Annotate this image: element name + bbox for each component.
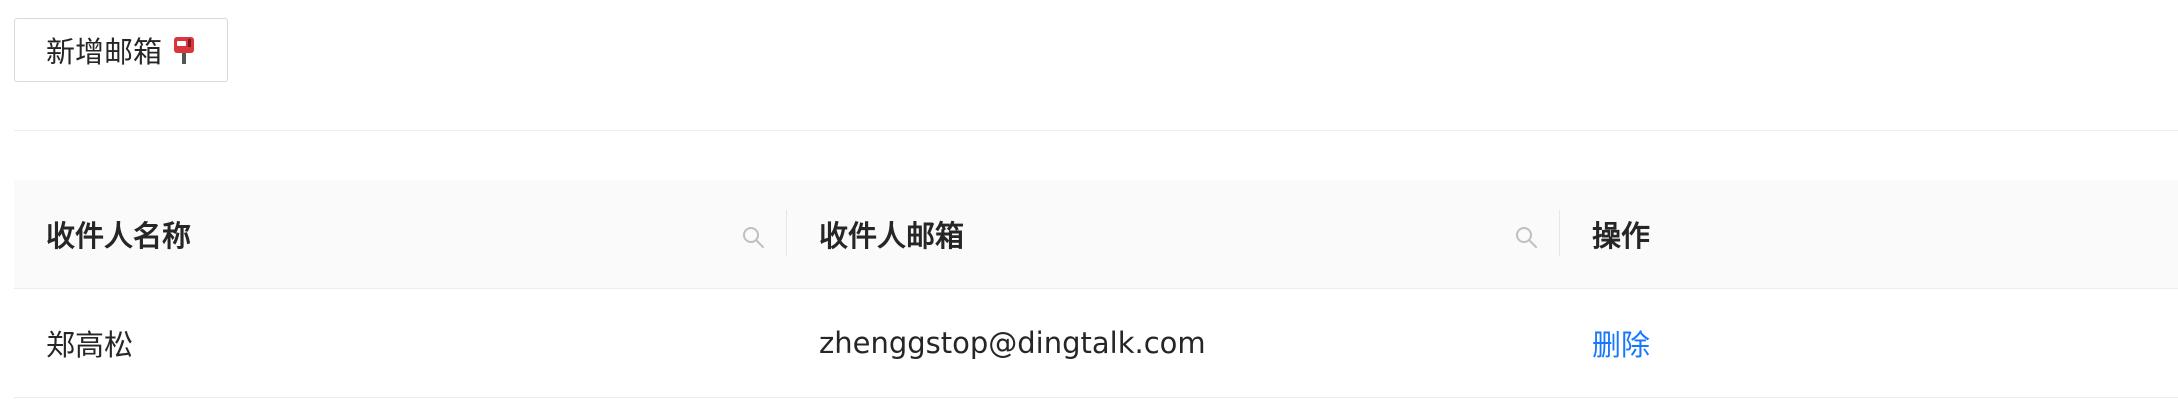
add-mailbox-button[interactable]: 新增邮箱 [14, 18, 229, 82]
search-icon[interactable] [1514, 222, 1538, 248]
toolbar: 新增邮箱 [14, 18, 229, 82]
row-actions: 删除 [1560, 322, 2178, 364]
recipient-name: 郑高松 [46, 328, 134, 362]
recipient-email: zhenggstop@dingtalk.com [819, 326, 1206, 360]
section-divider [14, 130, 2178, 131]
table-row: 郑高松 zhenggstop@dingtalk.com 删除 [14, 289, 2178, 398]
column-header-action: 操作 [1560, 180, 2178, 288]
mailbox-icon [172, 35, 196, 65]
recipients-table: 收件人名称 收件人邮箱 操作 郑高松 zhenggstop@dingtalk.c… [14, 180, 2178, 398]
column-header-email: 收件人邮箱 [787, 180, 1560, 288]
column-header-name: 收件人名称 [14, 180, 787, 288]
delete-link[interactable]: 删除 [1592, 328, 1650, 362]
column-header-action-label: 操作 [1592, 219, 1651, 253]
column-header-name-label: 收件人名称 [46, 219, 192, 253]
table-header: 收件人名称 收件人邮箱 操作 [14, 180, 2178, 289]
column-header-email-label: 收件人邮箱 [819, 219, 965, 253]
add-mailbox-label: 新增邮箱 [46, 37, 163, 69]
search-icon[interactable] [741, 222, 765, 248]
